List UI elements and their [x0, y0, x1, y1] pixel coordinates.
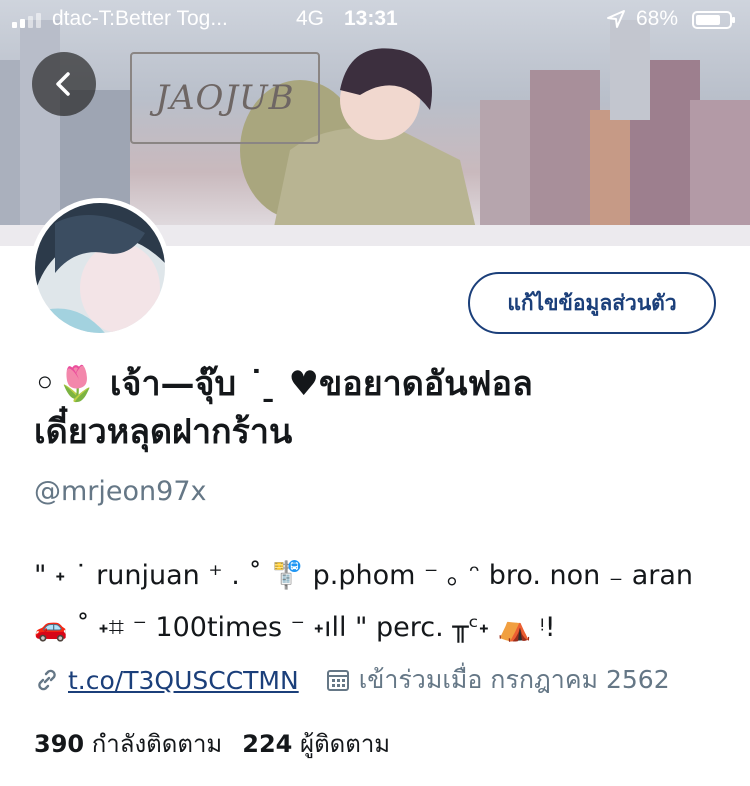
clock-time: 13:31	[344, 7, 398, 30]
follow-stats: 390 กำลังติดตาม 224 ผู้ติดตาม	[34, 724, 390, 763]
profile-bio: " ˖ ˙ runjuan ⁺ . ˚ 🚏 p.phom ⁻ ｡ ᵔ bro. …	[34, 550, 724, 654]
bio-line2: 🚗 ˚ ˖⌗ ⁻ 100times ⁻ ˖ıll " perc. ╥ᶜ˖ ⛺ ᵎ…	[34, 612, 556, 643]
followers-stat[interactable]: 224 ผู้ติดตาม	[242, 724, 390, 763]
network-type: 4G	[296, 7, 325, 30]
banner-logo: JAOJUB	[130, 52, 320, 144]
joined-date: เข้าร่วมเมื่อ กรกฎาคม 2562	[358, 665, 670, 694]
back-arrow-icon	[56, 72, 70, 96]
location-arrow-icon	[606, 9, 626, 35]
bio-line1: " ˖ ˙ runjuan ⁺ . ˚ 🚏 p.phom ⁻ ｡ ᵔ bro. …	[34, 560, 694, 591]
display-name: ◦🌷 เจ้า—จุ๊บ ˙ ̠ ♥ขอยาดอันฟอล เดี๋ยวหลุด…	[34, 360, 724, 456]
battery-icon	[692, 11, 735, 29]
back-button[interactable]	[32, 52, 96, 116]
carrier-name: dtac-T:Better Tog...	[52, 7, 228, 30]
avatar-image	[35, 203, 165, 333]
battery-percent: 68%	[636, 7, 679, 30]
profile-link[interactable]: t.co/T3QUSCCTMN	[68, 666, 299, 695]
followers-count: 224	[242, 730, 293, 758]
edit-profile-button[interactable]: แก้ไขข้อมูลส่วนตัว	[468, 272, 716, 334]
following-label: กำลังติดตาม	[91, 730, 223, 758]
display-name-line1: ◦🌷 เจ้า—จุ๊บ ˙ ̠ ♥ขอยาดอันฟอล	[34, 364, 533, 404]
following-count: 390	[34, 730, 85, 758]
display-name-line2: เดี๋ยวหลุดฝากร้าน	[34, 412, 293, 452]
signal-icon	[12, 12, 41, 28]
link-icon	[34, 667, 60, 693]
profile-meta: t.co/T3QUSCCTMN เข้าร่วมเมื่อ กรกฎาคม 25…	[34, 660, 670, 700]
following-stat[interactable]: 390 กำลังติดตาม	[34, 724, 222, 763]
followers-label: ผู้ติดตาม	[300, 730, 391, 758]
profile-avatar[interactable]	[30, 198, 170, 338]
status-bar: dtac-T:Better Tog... 4G 13:31 68%	[0, 0, 750, 40]
calendar-icon	[325, 667, 351, 693]
user-handle: @mrjeon97x	[34, 476, 207, 507]
